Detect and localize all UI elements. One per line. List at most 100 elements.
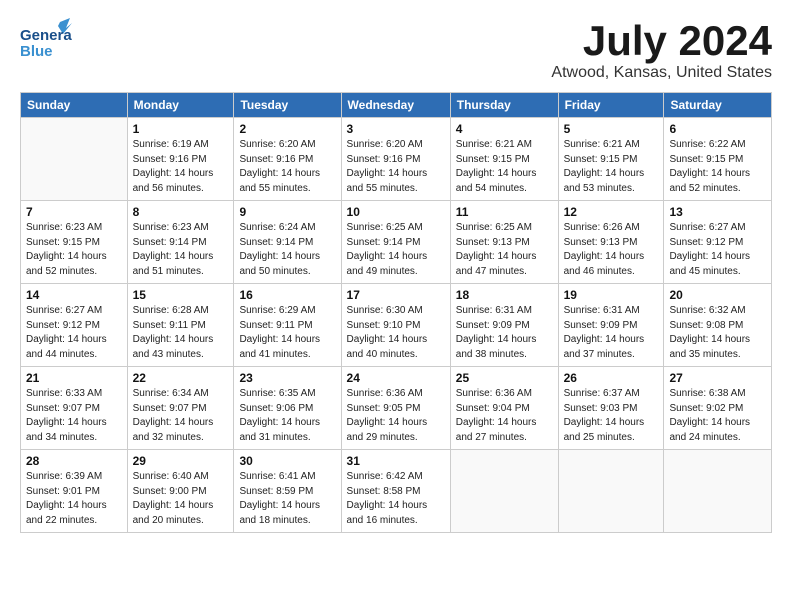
table-row: 24 Sunrise: 6:36 AM Sunset: 9:05 PM Dayli… [341, 367, 450, 450]
table-row: 17 Sunrise: 6:30 AM Sunset: 9:10 PM Dayli… [341, 284, 450, 367]
table-row: 30Sunrise: 6:41 AM Sunset: 8:59 PM Dayli… [234, 450, 341, 533]
day-number: 4 [456, 122, 553, 136]
title-area: July 2024 Atwood, Kansas, United States [551, 18, 772, 82]
table-row: 20 Sunrise: 6:32 AM Sunset: 9:08 PM Dayli… [664, 284, 772, 367]
day-content: Sunrise: 6:23 AM Sunset: 9:15 PM Dayligh… [26, 221, 122, 279]
logo: GeneralBlue [20, 18, 72, 60]
day-number: 16 [239, 288, 335, 302]
table-row: 18 Sunrise: 6:31 AM Sunset: 9:09 PM Dayli… [450, 284, 558, 367]
table-row: 26 Sunrise: 6:37 AM Sunset: 9:03 PM Dayli… [558, 367, 664, 450]
day-number: 21 [26, 371, 122, 385]
day-number: 5 [564, 122, 659, 136]
page: GeneralBlue July 2024 Atwood, Kansas, Un… [0, 0, 792, 543]
table-row [21, 118, 128, 201]
day-content: Sunrise: 6:32 AM Sunset: 9:08 PM Dayligh… [669, 304, 766, 362]
day-content: Sunrise: 6:29 AM Sunset: 9:11 PM Dayligh… [239, 304, 335, 362]
day-content: Sunrise: 6:36 AM Sunset: 9:04 PM Dayligh… [456, 387, 553, 445]
day-number: 17 [347, 288, 445, 302]
table-row: 31 Sunrise: 6:42 AM Sunset: 8:58 PM Dayli… [341, 450, 450, 533]
day-number: 6 [669, 122, 766, 136]
main-title: July 2024 [551, 18, 772, 64]
table-row [558, 450, 664, 533]
table-row [450, 450, 558, 533]
day-content: Sunrise: 6:34 AM Sunset: 9:07 PM Dayligh… [133, 387, 229, 445]
calendar-table: SundayMondayTuesdayWednesdayThursdayFrid… [20, 92, 772, 533]
table-row: 28Sunrise: 6:39 AM Sunset: 9:01 PM Dayli… [21, 450, 128, 533]
day-content: Sunrise: 6:28 AM Sunset: 9:11 PM Dayligh… [133, 304, 229, 362]
day-content: Sunrise: 6:37 AM Sunset: 9:03 PM Dayligh… [564, 387, 659, 445]
subtitle: Atwood, Kansas, United States [551, 64, 772, 82]
header: GeneralBlue July 2024 Atwood, Kansas, Un… [20, 18, 772, 82]
day-content: Sunrise: 6:33 AM Sunset: 9:07 PM Dayligh… [26, 387, 122, 445]
day-number: 2 [239, 122, 335, 136]
day-content: Sunrise: 6:35 AM Sunset: 9:06 PM Dayligh… [239, 387, 335, 445]
day-number: 27 [669, 371, 766, 385]
day-number: 9 [239, 205, 335, 219]
table-row: 21 Sunrise: 6:33 AM Sunset: 9:07 PM Dayli… [21, 367, 128, 450]
svg-text:Blue: Blue [20, 43, 53, 60]
day-number: 22 [133, 371, 229, 385]
table-row: 14 Sunrise: 6:27 AM Sunset: 9:12 PM Dayli… [21, 284, 128, 367]
day-content: Sunrise: 6:27 AM Sunset: 9:12 PM Dayligh… [26, 304, 122, 362]
table-row: 6 Sunrise: 6:22 AM Sunset: 9:15 PM Daylig… [664, 118, 772, 201]
table-row: 12Sunrise: 6:26 AM Sunset: 9:13 PM Dayli… [558, 201, 664, 284]
calendar-day-header: Monday [127, 93, 234, 118]
day-content: Sunrise: 6:31 AM Sunset: 9:09 PM Dayligh… [564, 304, 659, 362]
day-number: 29 [133, 454, 229, 468]
day-content: Sunrise: 6:20 AM Sunset: 9:16 PM Dayligh… [347, 138, 445, 196]
table-row: 3Sunrise: 6:20 AM Sunset: 9:16 PM Daylig… [341, 118, 450, 201]
day-content: Sunrise: 6:23 AM Sunset: 9:14 PM Dayligh… [133, 221, 229, 279]
day-number: 10 [347, 205, 445, 219]
day-number: 25 [456, 371, 553, 385]
table-row: 29Sunrise: 6:40 AM Sunset: 9:00 PM Dayli… [127, 450, 234, 533]
day-content: Sunrise: 6:42 AM Sunset: 8:58 PM Dayligh… [347, 470, 445, 528]
day-number: 19 [564, 288, 659, 302]
day-number: 8 [133, 205, 229, 219]
day-content: Sunrise: 6:24 AM Sunset: 9:14 PM Dayligh… [239, 221, 335, 279]
calendar-week-row: 1 Sunrise: 6:19 AM Sunset: 9:16 PM Daylig… [21, 118, 772, 201]
day-number: 15 [133, 288, 229, 302]
day-content: Sunrise: 6:25 AM Sunset: 9:14 PM Dayligh… [347, 221, 445, 279]
table-row: 15 Sunrise: 6:28 AM Sunset: 9:11 PM Dayli… [127, 284, 234, 367]
day-number: 18 [456, 288, 553, 302]
table-row: 5Sunrise: 6:21 AM Sunset: 9:15 PM Daylig… [558, 118, 664, 201]
table-row: 4 Sunrise: 6:21 AM Sunset: 9:15 PM Daylig… [450, 118, 558, 201]
day-content: Sunrise: 6:30 AM Sunset: 9:10 PM Dayligh… [347, 304, 445, 362]
day-content: Sunrise: 6:36 AM Sunset: 9:05 PM Dayligh… [347, 387, 445, 445]
calendar-week-row: 28Sunrise: 6:39 AM Sunset: 9:01 PM Dayli… [21, 450, 772, 533]
table-row: 2 Sunrise: 6:20 AM Sunset: 9:16 PM Daylig… [234, 118, 341, 201]
day-number: 14 [26, 288, 122, 302]
table-row: 10 Sunrise: 6:25 AM Sunset: 9:14 PM Dayli… [341, 201, 450, 284]
calendar-day-header: Saturday [664, 93, 772, 118]
svg-text:General: General [20, 27, 72, 44]
day-number: 31 [347, 454, 445, 468]
day-content: Sunrise: 6:21 AM Sunset: 9:15 PM Dayligh… [456, 138, 553, 196]
day-content: Sunrise: 6:25 AM Sunset: 9:13 PM Dayligh… [456, 221, 553, 279]
day-content: Sunrise: 6:22 AM Sunset: 9:15 PM Dayligh… [669, 138, 766, 196]
table-row: 1 Sunrise: 6:19 AM Sunset: 9:16 PM Daylig… [127, 118, 234, 201]
calendar-week-row: 7Sunrise: 6:23 AM Sunset: 9:15 PM Daylig… [21, 201, 772, 284]
day-number: 26 [564, 371, 659, 385]
day-number: 28 [26, 454, 122, 468]
table-row: 7Sunrise: 6:23 AM Sunset: 9:15 PM Daylig… [21, 201, 128, 284]
day-number: 24 [347, 371, 445, 385]
table-row: 25 Sunrise: 6:36 AM Sunset: 9:04 PM Dayli… [450, 367, 558, 450]
day-number: 23 [239, 371, 335, 385]
day-number: 1 [133, 122, 229, 136]
table-row: 8 Sunrise: 6:23 AM Sunset: 9:14 PM Daylig… [127, 201, 234, 284]
day-number: 30 [239, 454, 335, 468]
table-row: 11Sunrise: 6:25 AM Sunset: 9:13 PM Dayli… [450, 201, 558, 284]
day-content: Sunrise: 6:27 AM Sunset: 9:12 PM Dayligh… [669, 221, 766, 279]
day-content: Sunrise: 6:20 AM Sunset: 9:16 PM Dayligh… [239, 138, 335, 196]
table-row [664, 450, 772, 533]
table-row: 27 Sunrise: 6:38 AM Sunset: 9:02 PM Dayli… [664, 367, 772, 450]
table-row: 19 Sunrise: 6:31 AM Sunset: 9:09 PM Dayli… [558, 284, 664, 367]
day-content: Sunrise: 6:38 AM Sunset: 9:02 PM Dayligh… [669, 387, 766, 445]
logo-icon: GeneralBlue [20, 18, 72, 60]
day-content: Sunrise: 6:19 AM Sunset: 9:16 PM Dayligh… [133, 138, 229, 196]
day-number: 20 [669, 288, 766, 302]
table-row: 9 Sunrise: 6:24 AM Sunset: 9:14 PM Daylig… [234, 201, 341, 284]
calendar-week-row: 21 Sunrise: 6:33 AM Sunset: 9:07 PM Dayli… [21, 367, 772, 450]
calendar-day-header: Tuesday [234, 93, 341, 118]
day-content: Sunrise: 6:31 AM Sunset: 9:09 PM Dayligh… [456, 304, 553, 362]
